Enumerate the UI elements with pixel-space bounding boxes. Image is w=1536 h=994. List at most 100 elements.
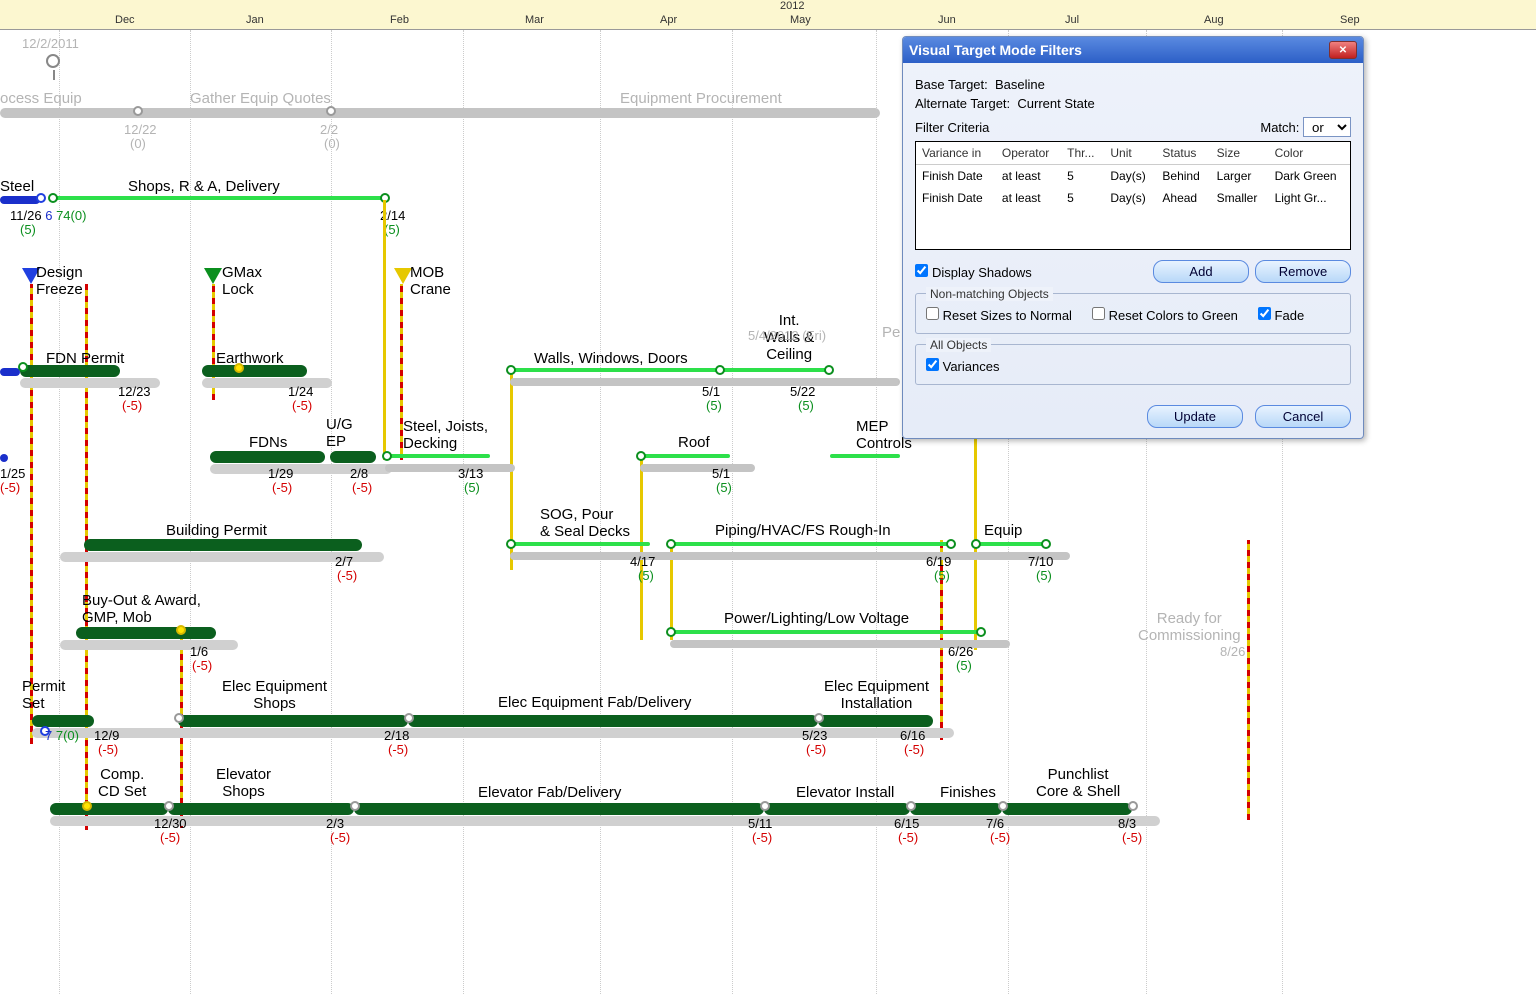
task-sog: SOG, Pour & Seal Decks <box>540 506 630 540</box>
bar-steel[interactable] <box>0 196 40 204</box>
dependency-link <box>30 284 33 744</box>
dependency-link <box>640 460 643 640</box>
var-steel: (5) <box>20 222 36 237</box>
month-sep: Sep <box>1340 14 1360 26</box>
bar-punch[interactable] <box>1002 803 1132 815</box>
node-icon[interactable] <box>48 193 58 203</box>
bar-roof[interactable] <box>640 454 730 458</box>
bar-pset[interactable] <box>32 715 94 727</box>
bar-equip-procurement[interactable] <box>0 108 880 118</box>
now-marker-icon <box>46 54 60 68</box>
variances-checkbox[interactable] <box>926 358 939 371</box>
bar-elinst[interactable] <box>764 803 910 815</box>
task-ugep: U/G EP <box>326 416 353 450</box>
date-equip-proc: 2/2 <box>320 122 338 137</box>
bar-sjd[interactable] <box>385 454 490 458</box>
dependency-link <box>1247 540 1250 820</box>
dialog-titlebar[interactable]: Visual Target Mode Filters ✕ <box>903 37 1363 63</box>
bar-equip[interactable] <box>975 542 1045 546</box>
add-button[interactable]: Add <box>1153 260 1249 283</box>
bar-compcd[interactable] <box>50 803 168 815</box>
date-gather: 12/22 <box>124 122 157 137</box>
dependency-link <box>383 200 386 460</box>
bar-ugep[interactable] <box>330 451 376 463</box>
var-equip-proc: (0) <box>324 136 340 151</box>
match-select[interactable]: or <box>1303 117 1351 137</box>
task-compcd: Comp. CD Set <box>98 766 146 800</box>
table-row[interactable]: Finish Dateat least5Day(s)BehindLargerDa… <box>916 165 1350 188</box>
int-date2: 5/4/2012 (Fri) <box>748 328 826 343</box>
task-roof: Roof <box>678 434 710 451</box>
task-equip-procurement: Equipment Procurement <box>620 90 782 107</box>
bar-sog[interactable] <box>510 542 650 546</box>
filter-table[interactable]: Variance in Operator Thr... Unit Status … <box>915 141 1351 250</box>
task-sjd: Steel, Joists, Decking <box>403 418 488 452</box>
bar-earthwork[interactable] <box>202 365 307 377</box>
base-target-label: Base Target: <box>915 77 988 92</box>
task-punch: Punchlist Core & Shell <box>1036 766 1120 800</box>
month-feb: Feb <box>390 14 409 26</box>
remove-button[interactable]: Remove <box>1255 260 1351 283</box>
alt-target-label: Alternate Target: <box>915 96 1010 111</box>
close-button[interactable]: ✕ <box>1329 41 1357 59</box>
update-button[interactable]: Update <box>1147 405 1243 428</box>
bar-fdns[interactable] <box>210 451 325 463</box>
node-icon[interactable] <box>36 193 46 203</box>
marker-date: 12/2/2011 <box>22 36 79 51</box>
bar-eeinst[interactable] <box>818 715 933 727</box>
timeline-header: 2012 Dec Jan Feb Mar Apr May Jun Jul Aug… <box>0 0 1536 30</box>
task-power: Power/Lighting/Low Voltage <box>724 610 909 627</box>
reset-colors-checkbox[interactable] <box>1092 307 1105 320</box>
task-buyout: Buy-Out & Award, GMP, Mob <box>82 592 201 626</box>
milestone-gmax-lock-icon[interactable] <box>204 268 222 284</box>
var-shops: (5) <box>384 222 400 237</box>
task-pe: Pe <box>882 324 900 341</box>
bar-intwalls[interactable] <box>720 368 830 372</box>
bar-elshops[interactable] <box>168 803 354 815</box>
bar-bpermit[interactable] <box>84 539 362 551</box>
filter-criteria-label: Filter Criteria <box>915 120 1260 135</box>
month-may: May <box>790 14 811 26</box>
node-icon[interactable] <box>326 106 336 116</box>
task-shops: Shops, R & A, Delivery <box>128 178 280 195</box>
task-ready-commission: Ready for Commissioning <box>1138 610 1241 644</box>
base-target-value: Baseline <box>995 77 1045 92</box>
bar-mep[interactable] <box>830 454 900 458</box>
task-eefab: Elec Equipment Fab/Delivery <box>498 694 691 711</box>
nonmatching-group: Non-matching Objects Reset Sizes to Norm… <box>915 293 1351 334</box>
fade-checkbox[interactable] <box>1258 307 1271 320</box>
reset-sizes-checkbox[interactable] <box>926 307 939 320</box>
bar-wwd[interactable] <box>510 368 720 372</box>
node-icon[interactable] <box>133 106 143 116</box>
month-mar: Mar <box>525 14 544 26</box>
task-pset: Permit Set <box>22 678 65 712</box>
task-elinst: Elevator Install <box>796 784 894 801</box>
bar-fin[interactable] <box>910 803 1002 815</box>
bar-fdn-permit[interactable] <box>20 365 120 377</box>
display-shadows-checkbox[interactable] <box>915 264 928 277</box>
bar-shops[interactable] <box>50 196 385 200</box>
task-equip: Equip <box>984 522 1022 539</box>
task-elfab: Elevator Fab/Delivery <box>478 784 621 801</box>
bar-buyout[interactable] <box>76 627 216 639</box>
month-jul: Jul <box>1065 14 1079 26</box>
task-eeinst: Elec Equipment Installation <box>824 678 929 712</box>
bar-power[interactable] <box>670 630 980 634</box>
table-row[interactable]: Finish Dateat least5Day(s)AheadSmallerLi… <box>916 187 1350 209</box>
bar-elfab[interactable] <box>354 803 764 815</box>
bar-piping[interactable] <box>670 542 950 546</box>
task-finishes: Finishes <box>940 784 996 801</box>
bar-eefab[interactable] <box>408 715 818 727</box>
milestone-mob-crane: MOB Crane <box>410 264 451 298</box>
month-jan: Jan <box>246 14 264 26</box>
bar-eeshops[interactable] <box>178 715 408 727</box>
date-steel: 11/26 6 74(0) <box>10 208 86 223</box>
month-apr: Apr <box>660 14 677 26</box>
task-piping: Piping/HVAC/FS Rough-In <box>715 522 891 539</box>
match-label: Match: <box>1260 120 1299 135</box>
task-steel: Steel <box>0 178 34 195</box>
milestone-gmax-lock: GMax Lock <box>222 264 262 298</box>
cancel-button[interactable]: Cancel <box>1255 405 1351 428</box>
task-elshops: Elevator Shops <box>216 766 271 800</box>
allobjects-group: All Objects Variances <box>915 344 1351 385</box>
